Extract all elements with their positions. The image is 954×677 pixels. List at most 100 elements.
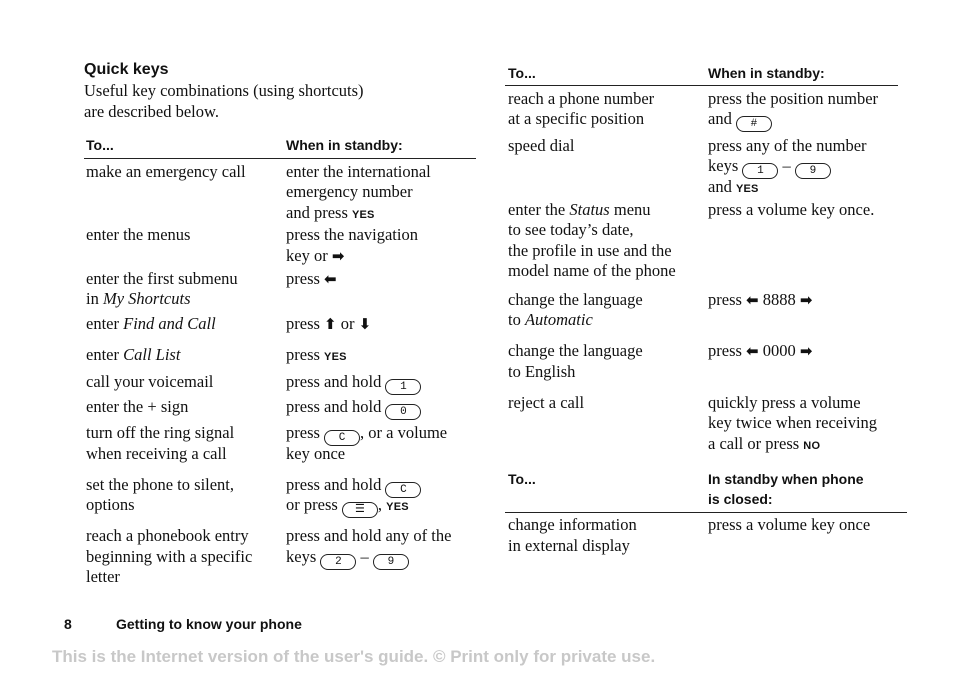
page-number: 8 <box>64 616 72 632</box>
row-action: change the language <box>508 290 643 309</box>
row-instruction: press and hold <box>286 397 386 416</box>
language-code: 0000 <box>758 341 800 360</box>
row-action: to see today’s date, <box>508 220 634 239</box>
row-action: options <box>86 495 135 514</box>
row-action: call your voicemail <box>86 372 214 391</box>
row-action: the profile in use and the <box>508 241 672 260</box>
row-action: reach a phone number <box>508 89 655 108</box>
table3-header-closed-1: In standby when phone <box>708 471 864 487</box>
row-action: in <box>86 289 103 308</box>
row-action: to English <box>508 362 576 381</box>
row-action: in external display <box>508 536 630 555</box>
row-instruction: a call or press <box>708 434 804 453</box>
row-action: enter <box>86 314 124 333</box>
row-instruction: enter the international <box>286 162 431 181</box>
table2-header-standby: When in standby: <box>708 65 825 81</box>
row-action: at a specific position <box>508 109 645 128</box>
table1-header-standby: When in standby: <box>286 137 403 153</box>
yes-key-label: YES <box>386 501 409 513</box>
arrow-left-icon: ⬅ <box>746 291 759 309</box>
row-action: set the phone to silent, <box>86 475 235 494</box>
row-instruction: press a volume key once. <box>708 200 875 219</box>
row-instruction: quickly press a volume <box>708 393 861 412</box>
row-instruction: press <box>286 423 325 442</box>
table1-header-to: To... <box>86 137 114 153</box>
row-instruction: press a volume key once <box>708 515 871 534</box>
row-instruction: and <box>708 177 736 196</box>
row-instruction: press <box>708 341 747 360</box>
row-instruction: press the navigation <box>286 225 418 244</box>
row-action: letter <box>86 567 120 586</box>
row-action: enter the <box>508 200 570 219</box>
menu-name: Find and Call <box>123 314 216 333</box>
row-instruction: key once <box>286 444 346 463</box>
key-hash-icon: # <box>735 116 772 132</box>
row-instruction: keys <box>708 156 743 175</box>
language-code: 8888 <box>758 290 800 309</box>
row-action: to <box>508 310 525 329</box>
row-instruction: and press <box>286 203 352 222</box>
table3-header-rule <box>505 512 907 513</box>
key-2-icon: 2 <box>320 554 357 570</box>
row-instruction: press <box>286 269 325 288</box>
chapter-title: Getting to know your phone <box>116 616 302 632</box>
table2-header-rule <box>505 85 898 86</box>
key-1-icon: 1 <box>385 379 422 395</box>
row-action: enter <box>86 345 124 364</box>
intro-line-2: are described below. <box>84 102 219 121</box>
row-instruction: press any of the number <box>708 136 867 155</box>
row-action: make an emergency call <box>86 162 246 181</box>
menu-key-icon: ☰ <box>341 502 378 518</box>
row-action: model name of the phone <box>508 261 676 280</box>
key-0-icon: 0 <box>385 404 422 420</box>
row-action: change information <box>508 515 637 534</box>
row-instruction: press <box>286 345 325 364</box>
menu-name: Automatic <box>524 310 593 329</box>
row-action: beginning with a specific <box>86 547 253 566</box>
menu-name: Status <box>569 200 610 219</box>
range-dash: – <box>356 547 373 566</box>
row-instruction: press the position number <box>708 89 879 108</box>
menu-name: Call List <box>123 345 181 364</box>
row-action: turn off the ring signal <box>86 423 235 442</box>
row-instruction: press and hold <box>286 475 386 494</box>
row-action: menu <box>609 200 651 219</box>
arrow-right-icon: ➡ <box>331 247 345 265</box>
yes-key-label: YES <box>735 183 759 195</box>
row-action: enter the first submenu <box>86 269 238 288</box>
arrow-left-icon: ⬅ <box>324 270 337 288</box>
row-action: change the language <box>508 341 643 360</box>
row-instruction: key twice when receiving <box>708 413 878 432</box>
row-instruction: keys <box>286 547 321 566</box>
row-instruction: key or <box>286 246 332 265</box>
key-9-icon: 9 <box>794 163 831 179</box>
row-instruction: press and hold <box>286 372 386 391</box>
or-text: or <box>336 314 359 333</box>
table3-header-closed-2: is closed: <box>708 491 773 507</box>
row-instruction: press <box>708 290 747 309</box>
row-action: reach a phonebook entry <box>86 526 249 545</box>
key-9-icon: 9 <box>372 554 409 570</box>
watermark-text: This is the Internet version of the user… <box>52 647 656 666</box>
arrow-up-icon: ⬆ <box>324 315 337 333</box>
arrow-down-icon: ⬇ <box>358 315 372 333</box>
row-instruction: , or a volume <box>360 423 448 442</box>
arrow-right-icon: ➡ <box>799 342 813 360</box>
no-key-label: NO <box>803 440 821 452</box>
row-action: enter the menus <box>86 225 191 244</box>
row-instruction: , <box>377 495 387 514</box>
row-action: enter the + sign <box>86 397 189 416</box>
table1-header-rule <box>84 158 476 159</box>
yes-key-label: YES <box>351 209 375 221</box>
row-instruction: press <box>286 314 325 333</box>
row-action: reject a call <box>508 393 585 412</box>
arrow-right-icon: ➡ <box>799 291 813 309</box>
menu-name: My Shortcuts <box>102 289 191 308</box>
arrow-left-icon: ⬅ <box>746 342 759 360</box>
row-instruction: and <box>708 109 736 128</box>
section-title: Quick keys <box>84 61 169 78</box>
row-instruction: press and hold any of the <box>286 526 452 545</box>
row-action: when receiving a call <box>86 444 227 463</box>
yes-key-label: YES <box>324 351 347 363</box>
row-instruction: emergency number <box>286 182 413 201</box>
